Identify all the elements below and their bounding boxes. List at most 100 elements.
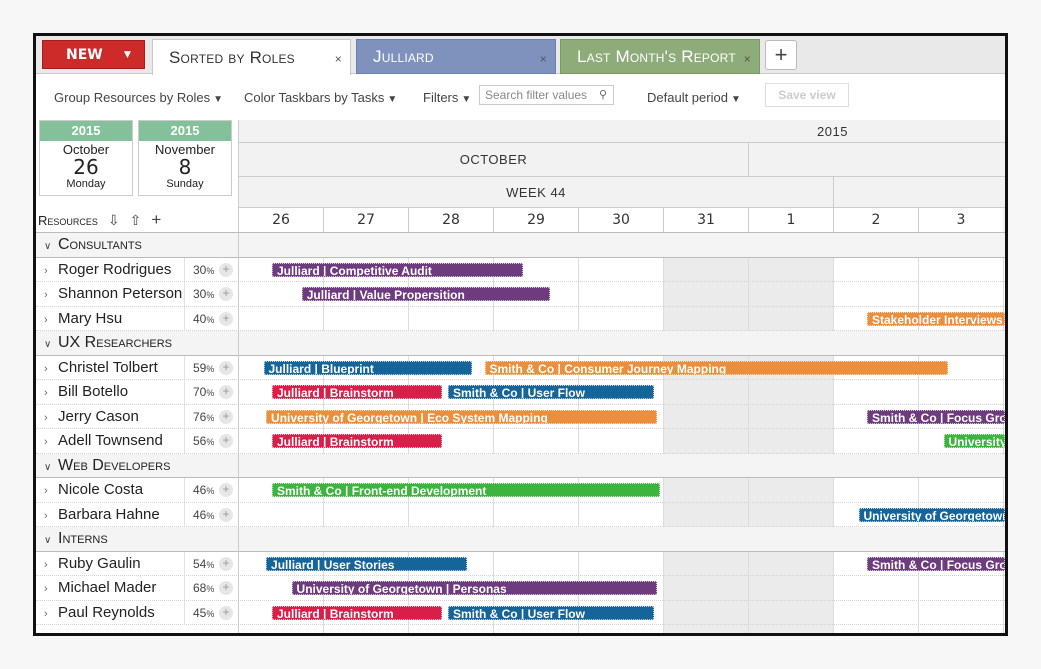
- chevron-right-icon[interactable]: ›: [44, 412, 58, 424]
- task-bar[interactable]: Smith & Co | Consumer Journey Mapping: [484, 360, 948, 375]
- resource-row: › Roger Rodrigues 30% + Julliard | Competiti…: [36, 257, 1005, 282]
- chevron-right-icon[interactable]: ›: [44, 583, 58, 595]
- day-header-31: 31: [663, 208, 748, 232]
- period-dropdown[interactable]: Default period ▼: [647, 90, 741, 105]
- utilization-percent: 45% +: [184, 600, 238, 625]
- end-date-picker[interactable]: 2015 November 8 Sunday: [138, 120, 232, 196]
- task-bar[interactable]: University of Georgetown | Eco System Ma…: [266, 409, 658, 424]
- chevron-right-icon[interactable]: ›: [44, 510, 58, 522]
- resource-name[interactable]: › Jerry Cason: [44, 408, 139, 425]
- day-header-28: 28: [408, 208, 493, 232]
- day-header-26: 26: [238, 208, 323, 232]
- utilization-value: 56: [193, 434, 207, 448]
- resource-name[interactable]: › Nicole Costa: [44, 481, 143, 498]
- filters-dropdown[interactable]: Filters ▼: [423, 90, 471, 105]
- resource-name[interactable]: › Mary Hsu: [44, 310, 122, 327]
- add-task-icon[interactable]: +: [219, 409, 233, 424]
- add-task-icon[interactable]: +: [219, 360, 233, 375]
- task-bar[interactable]: Julliard | Brainstorm: [272, 385, 442, 399]
- task-bar[interactable]: University of Georgetown: [858, 507, 1005, 522]
- chevron-right-icon[interactable]: ›: [44, 314, 58, 326]
- chevron-down-icon[interactable]: ∨: [44, 339, 58, 350]
- search-placeholder: Search filter values: [485, 88, 588, 102]
- resource-name[interactable]: › Shannon Peterson: [44, 285, 182, 302]
- start-date-picker[interactable]: 2015 October 26 Monday: [39, 120, 133, 196]
- resource-name-label: Ruby Gaulin: [58, 554, 141, 572]
- search-filter-input[interactable]: Search filter values ⚲: [479, 85, 614, 105]
- task-bar[interactable]: Smith & Co | User Flow: [447, 385, 655, 399]
- add-task-icon[interactable]: +: [219, 262, 233, 277]
- chevron-down-icon[interactable]: ∨: [44, 462, 58, 473]
- utilization-unit: %: [206, 314, 215, 325]
- group-resources-dropdown[interactable]: Group Resources by Roles ▼: [54, 90, 223, 105]
- chevron-down-icon[interactable]: ∨: [44, 535, 58, 546]
- task-bar[interactable]: Julliard | Competitive Audit: [272, 262, 523, 277]
- chevron-right-icon[interactable]: ›: [44, 289, 58, 301]
- resource-name[interactable]: › Michael Mader: [44, 579, 156, 596]
- utilization-percent: 46% +: [184, 502, 238, 527]
- utilization-percent: 76% +: [184, 404, 238, 429]
- chevron-right-icon[interactable]: ›: [44, 265, 58, 277]
- task-bar[interactable]: Julliard | Brainstorm: [272, 434, 442, 448]
- add-resource-icon[interactable]: +: [151, 210, 161, 230]
- add-tab-button[interactable]: +: [765, 40, 797, 70]
- add-task-icon[interactable]: +: [219, 287, 233, 301]
- group-row[interactable]: ∨ Web Developers: [36, 453, 1005, 478]
- resource-name[interactable]: › Bill Botello: [44, 383, 128, 400]
- chevron-right-icon[interactable]: ›: [44, 387, 58, 399]
- resource-name-label: Mary Hsu: [58, 309, 123, 327]
- add-task-icon[interactable]: +: [219, 483, 233, 497]
- resource-row: › Nicole Costa 46% + Smith & Co | Front-end …: [36, 478, 1005, 503]
- tab-last-months-report[interactable]: Last Month's Report ×: [560, 39, 760, 74]
- expand-all-icon[interactable]: ⇧: [130, 212, 142, 229]
- tab-julliard[interactable]: Julliard ×: [356, 39, 556, 74]
- collapse-all-icon[interactable]: ⇩: [108, 212, 120, 229]
- task-bar[interactable]: Smith & Co | Focus Groups: [867, 556, 1005, 571]
- resource-name-label: Roger Rodrigues: [58, 260, 172, 278]
- color-taskbars-dropdown[interactable]: Color Taskbars by Tasks ▼: [244, 90, 397, 105]
- caret-down-icon: ▼: [387, 94, 398, 105]
- resource-name[interactable]: › Adell Townsend: [44, 432, 163, 449]
- task-bar[interactable]: Julliard | Value Propersition: [301, 287, 550, 301]
- resource-name-label: Jerry Cason: [58, 407, 139, 425]
- task-bar[interactable]: Julliard | Brainstorm: [272, 605, 442, 620]
- group-row[interactable]: ∨ Interns: [36, 527, 1005, 552]
- resource-name[interactable]: › Christel Tolbert: [44, 359, 158, 376]
- resource-name[interactable]: › Ruby Gaulin: [44, 555, 141, 572]
- resource-name[interactable]: › Barbara Hahne: [44, 506, 160, 523]
- tab-sorted-by-roles[interactable]: Sorted by Roles ×: [152, 39, 351, 75]
- chevron-right-icon[interactable]: ›: [44, 608, 58, 620]
- chevron-right-icon[interactable]: ›: [44, 559, 58, 571]
- add-task-icon[interactable]: +: [219, 605, 233, 620]
- add-task-icon[interactable]: +: [219, 311, 233, 326]
- chevron-right-icon[interactable]: ›: [44, 485, 58, 497]
- close-icon[interactable]: ×: [335, 52, 342, 66]
- task-bar[interactable]: Stakeholder Interviews: [867, 311, 1005, 326]
- task-bar[interactable]: University of Georgetown | Personas: [291, 581, 658, 595]
- chevron-right-icon[interactable]: ›: [44, 436, 58, 448]
- save-view-button[interactable]: Save view: [765, 83, 849, 107]
- add-task-icon[interactable]: +: [219, 581, 233, 595]
- task-bar[interactable]: Smith & Co | Front-end Development: [272, 483, 661, 497]
- new-button[interactable]: NEW ▼: [42, 40, 145, 69]
- group-row[interactable]: ∨ Consultants: [36, 233, 1005, 258]
- add-task-icon[interactable]: +: [219, 556, 233, 571]
- task-bar[interactable]: Smith & Co | User Flow: [447, 605, 655, 620]
- resource-name[interactable]: › Paul Reynolds: [44, 604, 155, 621]
- group-row[interactable]: ∨ UX Researchers: [36, 331, 1005, 356]
- task-bar[interactable]: University: [943, 434, 1005, 448]
- add-task-icon[interactable]: +: [219, 434, 233, 448]
- day-header-29: 29: [493, 208, 578, 232]
- add-task-icon[interactable]: +: [219, 507, 233, 522]
- resource-name[interactable]: › Roger Rodrigues: [44, 261, 171, 278]
- task-bar[interactable]: Smith & Co | Focus Groups: [867, 409, 1005, 424]
- chevron-down-icon[interactable]: ∨: [44, 241, 58, 252]
- task-bar[interactable]: Julliard | User Stories: [266, 556, 468, 571]
- end-day: 8: [178, 155, 192, 179]
- utilization-unit: %: [206, 363, 215, 374]
- add-task-icon[interactable]: +: [219, 385, 233, 399]
- close-icon[interactable]: ×: [744, 52, 751, 66]
- chevron-right-icon[interactable]: ›: [44, 363, 58, 375]
- task-bar[interactable]: Julliard | Blueprint: [263, 360, 472, 375]
- close-icon[interactable]: ×: [540, 52, 547, 66]
